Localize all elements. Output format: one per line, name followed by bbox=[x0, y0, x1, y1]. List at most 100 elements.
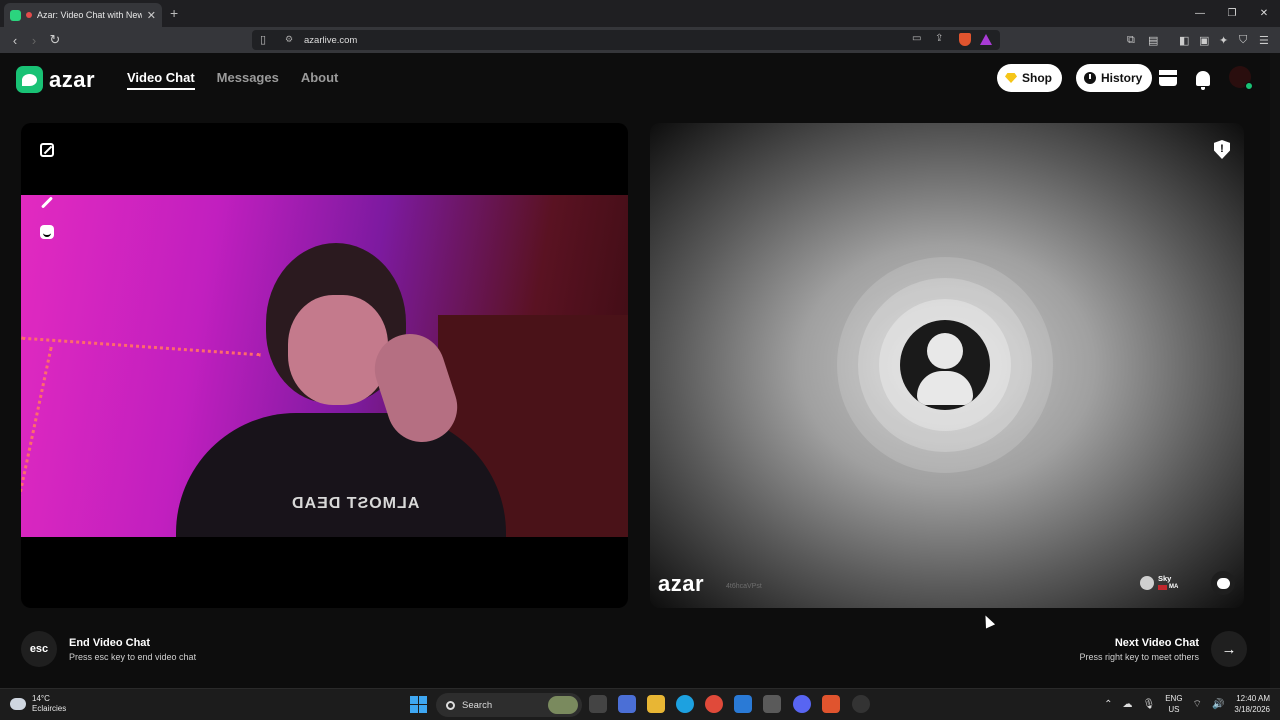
wallet-panel-icon[interactable]: ▣ bbox=[1199, 34, 1209, 47]
reload-icon[interactable]: ↻ bbox=[45, 30, 65, 50]
menu-icon[interactable]: ☰ bbox=[1259, 34, 1269, 47]
remote-user-country: MA bbox=[1169, 584, 1179, 590]
discord-icon[interactable] bbox=[793, 695, 811, 713]
time: 12:40 AM bbox=[1236, 694, 1270, 703]
profile-avatar[interactable] bbox=[1229, 66, 1253, 90]
browser-tabbar: Azar: Video Chat with New Pe ✕ + — ❐ ✕ bbox=[0, 0, 1280, 27]
morocco-flag-icon bbox=[1158, 584, 1167, 590]
gem-icon bbox=[1005, 73, 1017, 83]
leo-ai-icon[interactable]: ✦ bbox=[1219, 34, 1228, 47]
browser-tab[interactable]: Azar: Video Chat with New Pe ✕ bbox=[4, 3, 162, 27]
date: 3/18/2026 bbox=[1234, 705, 1270, 714]
chevron-up-icon[interactable]: ⌃ bbox=[1104, 699, 1112, 710]
remote-user-avatar bbox=[1140, 576, 1154, 590]
sidebar-icon[interactable]: ◧ bbox=[1179, 34, 1189, 47]
volume-icon[interactable]: 🔊 bbox=[1212, 699, 1224, 710]
clock-icon bbox=[1084, 72, 1096, 84]
settings-app-icon[interactable] bbox=[852, 695, 870, 713]
effects-button[interactable] bbox=[32, 187, 62, 217]
language-indicator[interactable]: ENG US bbox=[1165, 693, 1182, 715]
site-settings-icon[interactable]: ⚙ bbox=[285, 34, 293, 45]
browser-toolbar: ‹ › ↻ ▯ ⚙ azarlive.com ▭ ⇪ ⧉ ▤ ◧ ▣ ✦ ⛉ ☰ bbox=[0, 27, 1280, 53]
esc-key-button[interactable]: esc bbox=[21, 631, 57, 667]
history-button[interactable]: History bbox=[1076, 64, 1153, 92]
region: US bbox=[1168, 705, 1180, 714]
chat-button[interactable] bbox=[1211, 571, 1235, 595]
search-icon bbox=[446, 700, 455, 710]
back-icon[interactable]: ‹ bbox=[5, 30, 25, 50]
search-placeholder: Search bbox=[462, 699, 493, 711]
new-tab-button[interactable]: + bbox=[170, 5, 178, 21]
brave-taskbar-icon[interactable] bbox=[822, 695, 840, 713]
store-app-icon[interactable] bbox=[763, 695, 781, 713]
wifi-icon[interactable]: ⌔ bbox=[1193, 698, 1202, 711]
brave-shields-icon[interactable] bbox=[959, 33, 971, 46]
mail-icon[interactable] bbox=[734, 695, 752, 713]
weather-widget[interactable]: 14°C Eclaircies bbox=[10, 694, 66, 714]
local-user-figure bbox=[176, 243, 506, 537]
onedrive-icon[interactable]: ☁ bbox=[1123, 699, 1133, 710]
language: ENG bbox=[1165, 694, 1183, 703]
fullscreen-button[interactable] bbox=[32, 135, 62, 165]
chrome-icon[interactable] bbox=[705, 695, 723, 713]
shirt-text: ALMOST DEAD bbox=[291, 495, 420, 512]
taskbar-search[interactable]: Search bbox=[436, 693, 582, 717]
clock[interactable]: 12:40 AM 3/18/2026 bbox=[1234, 693, 1270, 715]
close-tab-icon[interactable]: ✕ bbox=[147, 9, 156, 22]
azar-logo-icon bbox=[16, 66, 43, 93]
end-chat-title: End Video Chat bbox=[69, 636, 151, 649]
report-icon[interactable]: ! bbox=[1214, 140, 1230, 159]
wallet-icon[interactable]: ▤ bbox=[1148, 34, 1158, 47]
notifications-button[interactable] bbox=[1192, 67, 1214, 90]
close-window-button[interactable]: ✕ bbox=[1248, 0, 1280, 27]
remote-user-placeholder-icon bbox=[900, 320, 990, 410]
nav-about[interactable]: About bbox=[301, 70, 339, 90]
tab-title: Azar: Video Chat with New Pe bbox=[37, 10, 142, 20]
local-video-panel: ALMOST DEAD bbox=[21, 123, 628, 608]
logo-text: azar bbox=[49, 66, 96, 92]
windows-taskbar: 14°C Eclaircies Search ⌃ ☁ 🎙 ENG US ⌔ 🔊 … bbox=[0, 688, 1280, 720]
remote-user-chip[interactable]: Sky MA bbox=[1140, 571, 1190, 595]
face-filter-button[interactable] bbox=[32, 217, 62, 247]
maximize-button[interactable]: ❐ bbox=[1216, 0, 1248, 27]
address-bar[interactable]: ▯ ⚙ azarlive.com ▭ ⇪ bbox=[252, 30, 1000, 50]
nav-video-chat[interactable]: Video Chat bbox=[127, 70, 195, 90]
windows-start-icon[interactable] bbox=[410, 696, 427, 713]
task-view-icon[interactable] bbox=[589, 695, 607, 713]
next-arrow-button[interactable]: → bbox=[1211, 631, 1247, 667]
remote-video-panel: ! azar 4t6hcaVPst Sky MA bbox=[650, 123, 1244, 608]
main-nav: Video Chat Messages About bbox=[127, 70, 338, 90]
forward-icon[interactable]: › bbox=[24, 30, 44, 50]
cloud-sun-icon bbox=[10, 698, 26, 710]
vpn-icon[interactable]: ⛉ bbox=[1239, 34, 1247, 47]
system-tray: ⌃ ☁ 🎙 ENG US ⌔ 🔊 12:40 AM 3/18/2026 bbox=[1104, 693, 1270, 715]
face-filter-icon bbox=[40, 225, 54, 239]
share-icon[interactable]: ⇪ bbox=[935, 33, 943, 44]
end-video-chat-control[interactable]: esc End Video Chat Press esc key to end … bbox=[21, 631, 196, 667]
scrollbar[interactable] bbox=[1270, 53, 1280, 688]
azar-favicon-icon bbox=[10, 9, 21, 21]
file-explorer-icon[interactable] bbox=[647, 695, 665, 713]
store-icon bbox=[1159, 70, 1177, 86]
widgets-app-icon[interactable] bbox=[618, 695, 636, 713]
window-controls: — ❐ ✕ bbox=[1184, 0, 1280, 27]
nav-messages[interactable]: Messages bbox=[217, 70, 279, 90]
next-chat-title: Next Video Chat bbox=[1114, 636, 1199, 649]
extensions-icon[interactable]: ⧉ bbox=[1127, 34, 1135, 47]
minimize-button[interactable]: — bbox=[1184, 0, 1216, 27]
weather-condition: Eclaircies bbox=[32, 704, 67, 713]
azar-logo[interactable]: azar bbox=[16, 66, 95, 93]
bookmark-icon[interactable]: ▯ bbox=[260, 33, 266, 46]
brave-rewards-icon[interactable] bbox=[980, 34, 992, 45]
temperature: 14°C bbox=[32, 694, 50, 703]
store-button[interactable] bbox=[1157, 67, 1179, 89]
url-text: azarlive.com bbox=[304, 34, 358, 46]
microphone-icon[interactable]: 🎙 bbox=[1143, 699, 1156, 710]
edge-icon[interactable] bbox=[676, 695, 694, 713]
next-video-chat-control[interactable]: Next Video Chat Press right key to meet … bbox=[1079, 631, 1247, 667]
history-label: History bbox=[1101, 71, 1143, 85]
shop-label: Shop bbox=[1022, 71, 1052, 85]
cast-icon[interactable]: ▭ bbox=[912, 33, 921, 44]
bell-icon bbox=[1196, 70, 1210, 90]
shop-button[interactable]: Shop bbox=[997, 64, 1062, 92]
